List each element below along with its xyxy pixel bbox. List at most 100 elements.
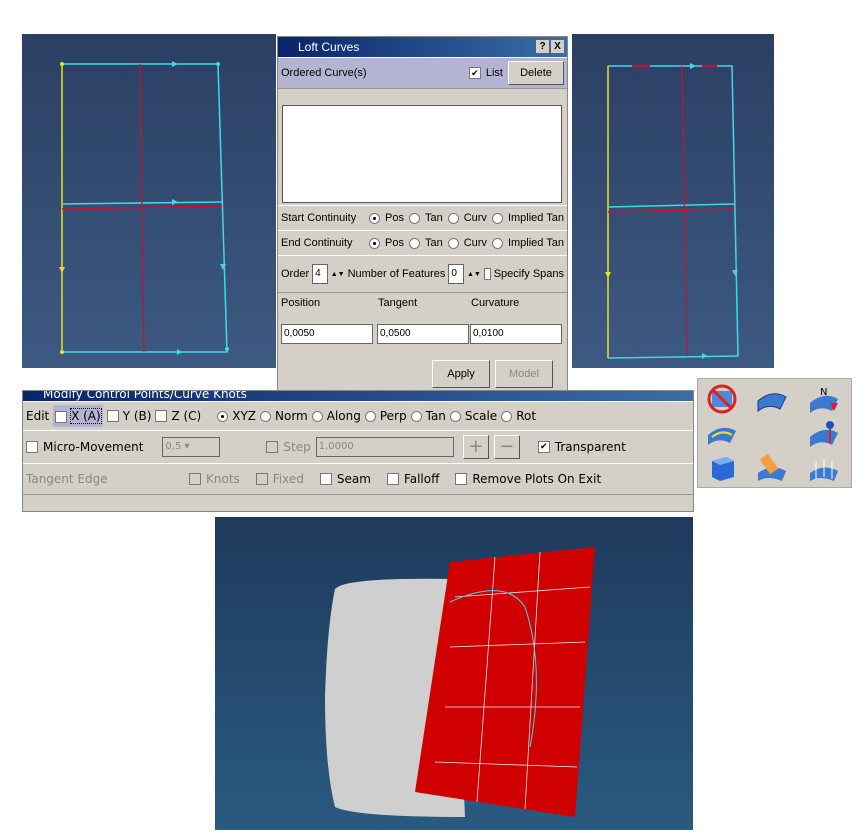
seam-label: Seam <box>336 472 371 486</box>
end-curv-radio[interactable] <box>447 237 459 249</box>
minus-button[interactable]: − <box>493 435 520 459</box>
opt-label: Curv <box>463 237 487 249</box>
micro-value: 0,5 <box>165 441 182 452</box>
normal-flip-icon[interactable]: N <box>806 383 842 415</box>
start-tan-radio[interactable] <box>408 212 420 224</box>
scan-model-with-surface <box>325 547 595 817</box>
position-tolerance-input[interactable]: 0,0050 <box>281 324 373 344</box>
scale-radio[interactable] <box>449 410 461 422</box>
eraser-icon[interactable] <box>754 451 790 483</box>
plus-button[interactable]: + <box>462 435 489 459</box>
seam-checkbox[interactable] <box>319 473 332 485</box>
rot-radio[interactable] <box>501 410 513 422</box>
start-implied-tan-radio[interactable] <box>491 212 503 224</box>
list-label: List <box>485 67 503 79</box>
mode-label: Scale <box>464 409 498 423</box>
dialog-title: Loft Curves <box>298 40 360 54</box>
along-radio[interactable] <box>311 410 323 422</box>
x-checkbox[interactable] <box>55 410 68 423</box>
falloff-checkbox[interactable] <box>386 473 399 485</box>
transparent-label: Transparent <box>554 440 626 454</box>
ordered-curves-label: Ordered Curve(s) <box>281 67 367 79</box>
close-button[interactable]: X <box>551 40 564 53</box>
list-checkbox[interactable]: ✔ <box>468 67 481 79</box>
apply-button[interactable]: Apply <box>432 360 490 388</box>
viewport-right[interactable] <box>572 34 774 368</box>
curve-network-left <box>59 61 229 355</box>
mode-label: Norm <box>275 409 308 423</box>
curve-network-right <box>605 63 739 359</box>
mode-label: Perp <box>379 409 407 423</box>
ordered-curves-list[interactable] <box>282 105 562 203</box>
help-button[interactable]: ? <box>536 40 549 53</box>
specify-spans-checkbox[interactable] <box>483 268 491 280</box>
mode-label: Tan <box>425 409 446 423</box>
modify-control-points-dialog: Modify Control Points/Curve Knots Edit X… <box>22 390 694 512</box>
step-checkbox[interactable] <box>266 441 279 453</box>
micro-movement-label: Micro-Movement <box>43 440 144 454</box>
cube-icon[interactable] <box>704 451 740 483</box>
dialog-title-bar[interactable]: Loft Curves ? X <box>278 37 567 57</box>
delete-button[interactable]: Delete <box>508 61 564 85</box>
features-spinner[interactable]: 0 <box>448 264 464 284</box>
perp-radio[interactable] <box>364 410 376 422</box>
step-input[interactable]: 1,0000 <box>315 437 454 457</box>
opt-label: Implied Tan <box>507 237 564 249</box>
opt-label: Implied Tan <box>507 212 564 224</box>
opt-label: Pos <box>384 237 404 249</box>
tan-radio[interactable] <box>410 410 422 422</box>
tangent-edge-label[interactable]: Tangent Edge <box>26 472 184 486</box>
features-label: Number of Features <box>347 268 446 280</box>
model-button[interactable]: Model <box>495 360 553 388</box>
knots-icon[interactable] <box>806 451 842 483</box>
end-continuity-label: End Continuity <box>281 237 353 249</box>
curvature-tolerance-input[interactable]: 0,0100 <box>470 324 562 344</box>
order-spinner[interactable]: 4 <box>312 264 328 284</box>
x-label: X (A) <box>70 408 102 424</box>
y-checkbox[interactable] <box>106 410 119 422</box>
specify-spans-label: Specify Spans <box>493 268 565 280</box>
fixed-checkbox[interactable] <box>255 473 268 485</box>
micro-movement-checkbox[interactable] <box>26 441 38 453</box>
norm-radio[interactable] <box>260 410 271 422</box>
remove-plots-checkbox[interactable] <box>455 473 468 485</box>
tangent-label: Tangent <box>378 297 418 309</box>
curvature-surface-icon[interactable] <box>704 417 740 449</box>
viewport-left[interactable] <box>22 34 276 368</box>
opt-label: Tan <box>424 212 443 224</box>
end-pos-radio[interactable] <box>368 237 380 249</box>
features-spin-arrows[interactable]: ▲▼ <box>467 271 481 278</box>
mode-label: Along <box>326 409 361 423</box>
order-label: Order <box>281 268 310 280</box>
step-label: Step <box>283 440 311 454</box>
micro-movement-dropdown[interactable]: 0,5 ▾ <box>162 437 221 457</box>
viewport-bottom[interactable] <box>215 517 693 830</box>
no-render-icon[interactable] <box>704 383 740 415</box>
falloff-label: Falloff <box>403 472 440 486</box>
end-implied-tan-radio[interactable] <box>491 237 503 249</box>
tangent-tolerance-input[interactable]: 0,0500 <box>377 324 469 344</box>
surface-edit-icon[interactable] <box>806 417 842 449</box>
z-checkbox[interactable] <box>155 410 168 422</box>
position-label: Position <box>281 297 321 309</box>
mode-label: XYZ <box>232 409 256 423</box>
opt-label: Tan <box>424 237 443 249</box>
mode-label: Rot <box>516 409 537 423</box>
xyz-radio[interactable] <box>217 410 229 422</box>
fixed-label: Fixed <box>272 472 304 486</box>
transparent-checkbox[interactable]: ✔ <box>537 441 550 453</box>
surface-icon[interactable] <box>754 383 790 415</box>
opt-label: Pos <box>384 212 404 224</box>
dialog-title-bar[interactable]: Modify Control Points/Curve Knots <box>23 391 693 401</box>
tool-icon-panel: N <box>697 378 852 488</box>
svg-text:N: N <box>820 387 827 398</box>
loft-curves-dialog: Loft Curves ? X Ordered Curve(s) ✔ List D… <box>277 36 568 392</box>
start-curv-radio[interactable] <box>447 212 459 224</box>
order-spin-arrows[interactable]: ▲▼ <box>331 271 345 278</box>
remove-plots-label: Remove Plots On Exit <box>472 472 602 486</box>
x-axis-option[interactable]: X (A) <box>53 405 103 427</box>
curvature-label: Curvature <box>471 297 520 309</box>
end-tan-radio[interactable] <box>408 237 420 249</box>
start-pos-radio[interactable] <box>368 212 380 224</box>
knots-checkbox[interactable] <box>189 473 201 485</box>
